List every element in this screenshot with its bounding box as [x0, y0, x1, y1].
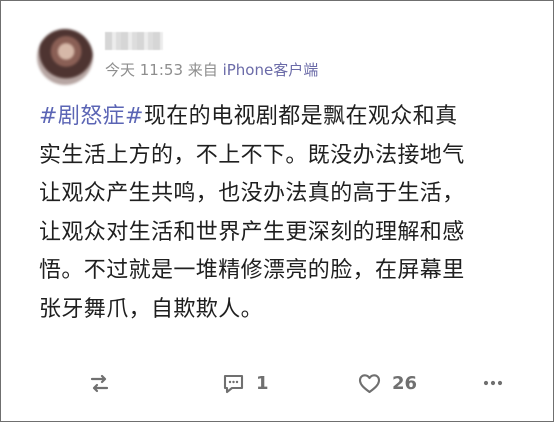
repost-icon: [87, 371, 112, 396]
repost-button[interactable]: [87, 366, 112, 400]
avatar[interactable]: [37, 29, 93, 85]
content-line-4: 让观众对生活和世界产生更深刻的理解和感: [39, 219, 465, 245]
content-line-2: 实生活上方的，不上不下。既没办法接地气: [39, 142, 465, 168]
content-line-1-text: 现在的电视剧都是飘在观众和真: [143, 104, 458, 129]
content-line-1: #剧怒症#现在的电视剧都是飘在观众和真: [39, 98, 529, 137]
more-icon: [480, 370, 506, 396]
like-button[interactable]: 26: [356, 366, 417, 400]
comment-button[interactable]: 1: [220, 366, 269, 400]
like-count: 26: [392, 372, 418, 394]
post-actions: 1 26: [1, 366, 553, 400]
hashtag-link[interactable]: #剧怒症#: [39, 104, 144, 129]
post-source[interactable]: iPhone客户端: [223, 61, 319, 79]
post-card: 今天 11:53 来自 iPhone客户端 #剧怒症#现在的电视剧都是飘在观众和…: [0, 0, 554, 422]
blurred-username[interactable]: [105, 32, 163, 50]
source-prefix: 来自: [187, 61, 218, 79]
post-meta: 今天 11:53 来自 iPhone客户端: [105, 61, 318, 79]
post-timestamp: 今天 11:53: [105, 61, 183, 79]
content-line-6: 张牙舞爪，自欺欺人。: [39, 296, 264, 322]
content-line-3: 让观众产生共鸣，也没办法真的高于生活，: [39, 181, 465, 206]
content-line-5: 悟。不过就是一堆精修漂亮的脸，在屏幕里: [39, 258, 465, 283]
heart-icon: [356, 370, 383, 397]
more-button[interactable]: [480, 366, 506, 400]
comment-count: 1: [256, 372, 269, 394]
comment-icon: [220, 370, 247, 397]
post-content: #剧怒症#现在的电视剧都是飘在观众和真 实生活上方的，不上不下。既没办法接地气 …: [39, 98, 529, 329]
